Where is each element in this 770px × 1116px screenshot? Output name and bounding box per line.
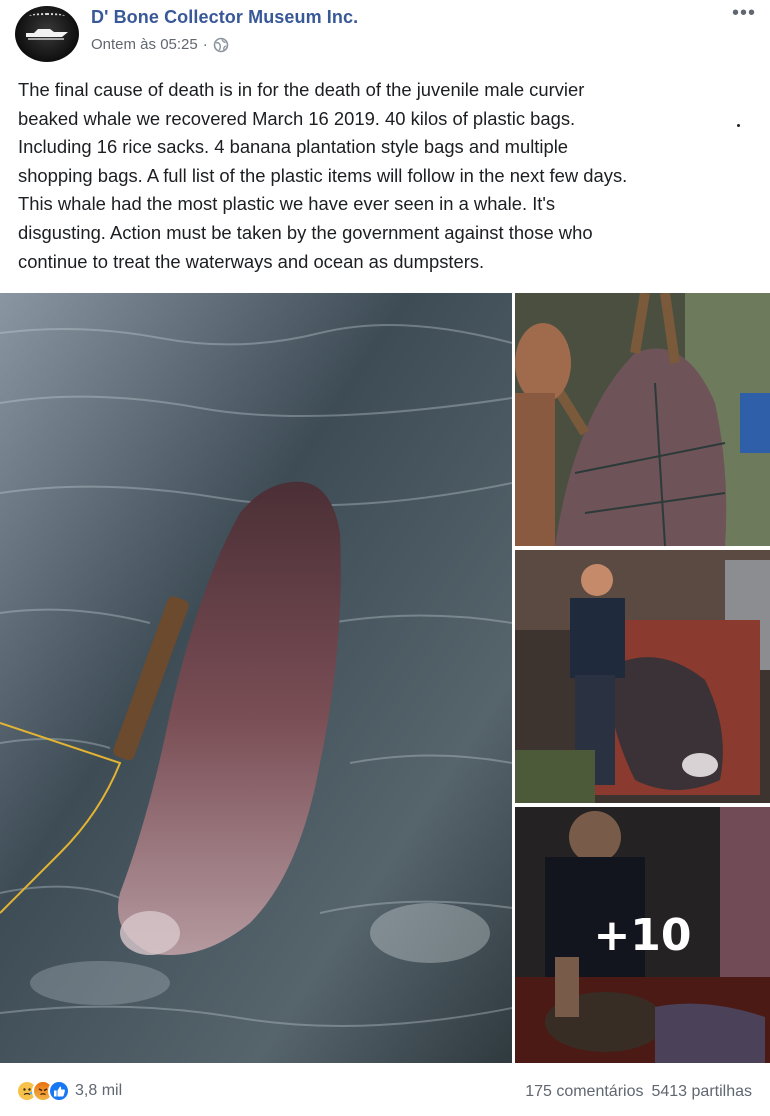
meta-separator: · [202,36,208,53]
avatar-ring-decoration [29,13,65,19]
post-meta: Ontem às 05:25 · [91,36,229,53]
page-avatar[interactable] [15,6,79,62]
more-photos-count: +10 [593,909,692,961]
post-footer: 3,8 mil 175 comentários 5413 partilhas [0,1072,770,1112]
more-photos-overlay[interactable]: +10 [515,807,770,1063]
reaction-count[interactable]: 3,8 mil [75,1082,122,1100]
photo-grid: +10 [0,293,770,1063]
globe-icon[interactable] [213,37,229,53]
page-name-link[interactable]: D' Bone Collector Museum Inc. [91,7,358,28]
man-with-whale-image [515,550,770,803]
photo-men-carrying-whale[interactable] [515,293,770,546]
engagement-stats: 175 comentários 5413 partilhas [525,1083,752,1101]
photo-main-whale-in-water[interactable] [0,293,512,1063]
post-header: D' Bone Collector Museum Inc. Ontem às 0… [0,0,770,68]
whale-water-image [0,293,512,1063]
photo-necropsy-more[interactable]: +10 [515,807,770,1063]
photo-man-with-whale-on-trailer[interactable] [515,550,770,803]
boat-logo-icon [26,29,68,40]
like-reaction-icon [48,1080,70,1102]
post-timestamp[interactable]: Ontem às 05:25 [91,36,198,53]
men-carrying-whale-image [515,293,770,546]
comments-count-link[interactable]: 175 comentários [525,1083,643,1101]
reactions-summary[interactable]: 3,8 mil [16,1080,122,1102]
post-body-text: The final cause of death is in for the d… [18,79,628,272]
more-options-icon[interactable]: ••• [732,3,756,23]
shares-count-link[interactable]: 5413 partilhas [651,1083,752,1101]
text-dot-decoration [737,124,740,127]
